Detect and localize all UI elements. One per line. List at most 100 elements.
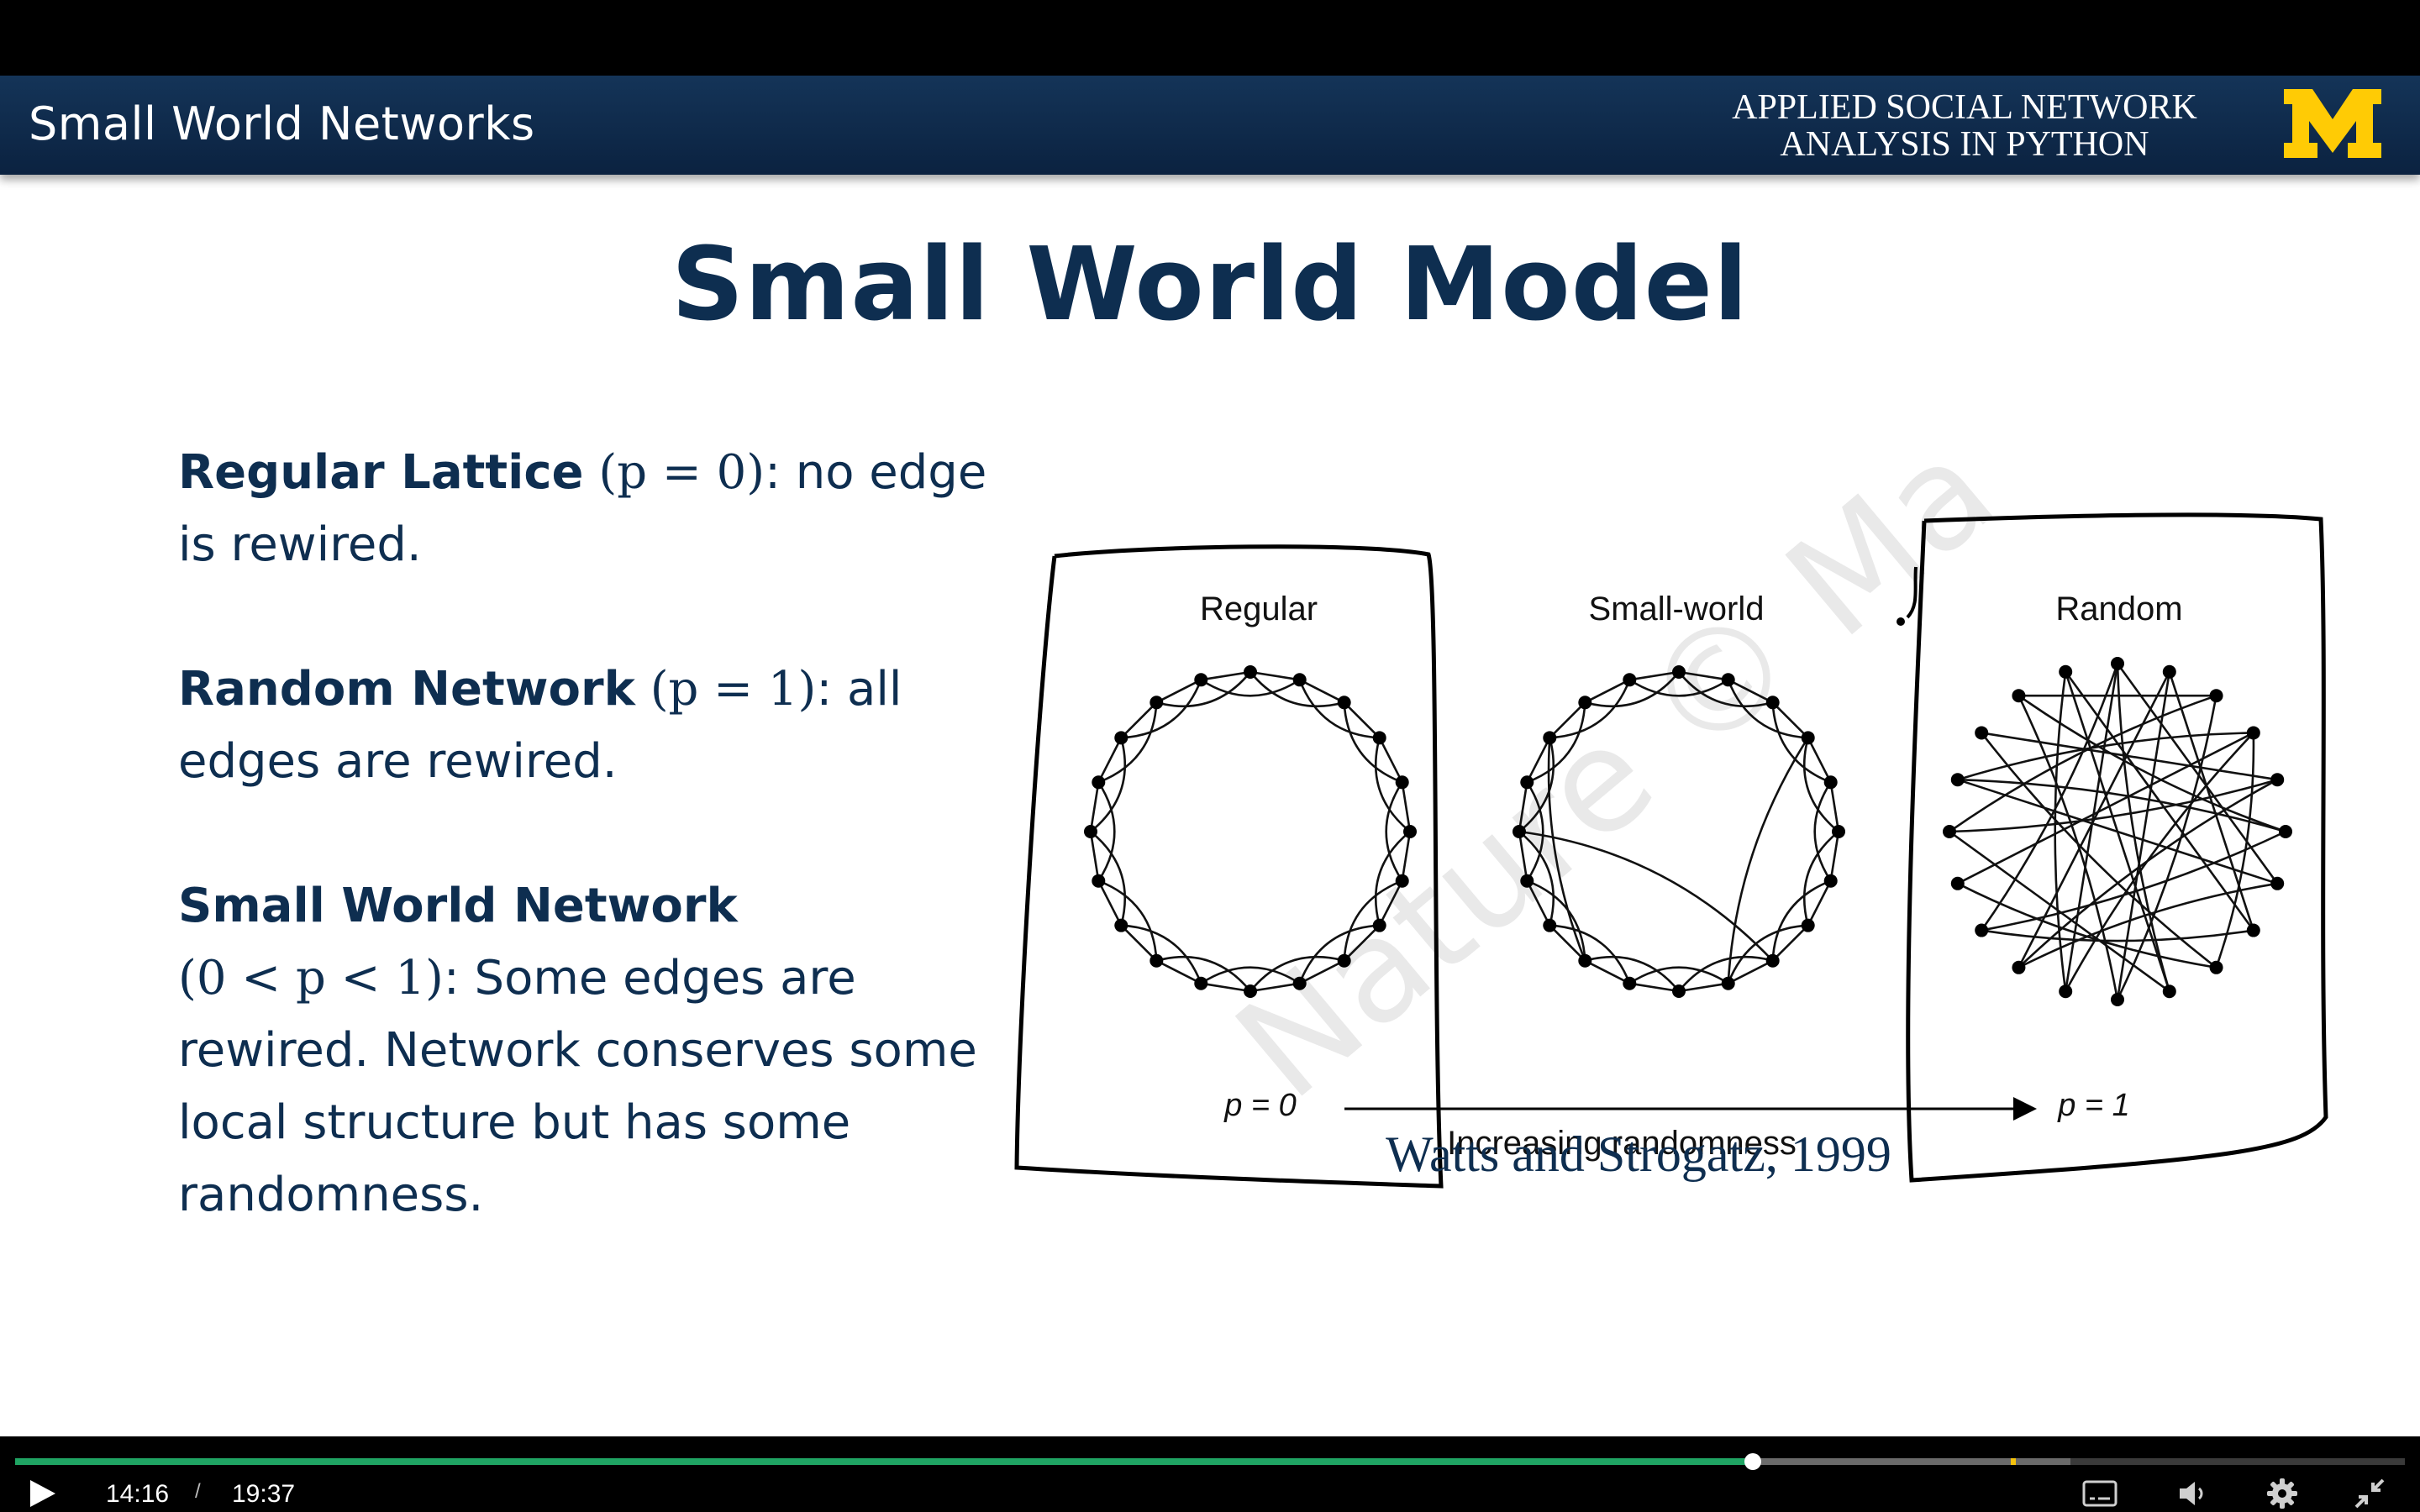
graph-node xyxy=(2270,773,2285,787)
pen-dot xyxy=(1897,617,1905,626)
graph-edge xyxy=(1089,782,1100,832)
graph-edge xyxy=(1629,982,1680,993)
bullet-term: Small World Network xyxy=(178,879,738,933)
graph-node xyxy=(1372,918,1386,932)
progress-played xyxy=(15,1458,1753,1465)
graph-node xyxy=(2111,993,2124,1006)
graph-node xyxy=(2012,960,2026,974)
bullet-term: Regular Lattice xyxy=(178,445,584,500)
graph-node xyxy=(1672,984,1686,998)
panel-label-random: Random xyxy=(2055,591,2182,627)
volume-icon[interactable] xyxy=(2176,1478,2210,1509)
graph-node xyxy=(1578,953,1592,968)
graph-edge xyxy=(1089,831,1100,881)
arrow-head-icon xyxy=(2013,1097,2037,1121)
graph-node xyxy=(2059,984,2073,999)
graph-edge xyxy=(1829,831,1840,881)
graph-edge xyxy=(1771,879,1832,961)
graph-node xyxy=(1512,825,1526,838)
slide-title: Small World Model xyxy=(671,227,1749,344)
graph-edge xyxy=(1121,924,1202,984)
bullet-param: (0 < p < 1) xyxy=(178,951,444,1005)
university-logo xyxy=(2284,89,2381,158)
figure-watermark: Nature © Ma xyxy=(1207,420,2025,1131)
graph-node xyxy=(1194,673,1208,687)
gear-icon[interactable] xyxy=(2265,1477,2299,1510)
captions-icon[interactable] xyxy=(2082,1478,2118,1509)
bullet-param: (p = 1) xyxy=(650,662,817,717)
graph-node xyxy=(2246,923,2260,937)
graph-node xyxy=(2111,657,2124,670)
graph-edge xyxy=(1378,737,1403,783)
bullet-regular-lattice: Regular Lattice (p = 0): no edge is rewi… xyxy=(178,437,1002,581)
figure-citation: Watts and Strogatz, 1999 xyxy=(1386,1126,1891,1182)
graph-node xyxy=(1975,923,1989,937)
graph-node xyxy=(1520,874,1534,888)
graph-edge xyxy=(1299,679,1345,704)
graph-edge xyxy=(1121,679,1202,739)
graph-node xyxy=(2209,689,2223,703)
graph-node xyxy=(1832,825,1845,838)
graph-node xyxy=(1765,696,1780,710)
graph-node xyxy=(1823,775,1838,790)
graph-edge xyxy=(1249,670,1300,681)
graph-edge xyxy=(1298,679,1380,739)
bullet-small-world: Small World Network (0 < p < 1): Some ed… xyxy=(178,870,1002,1231)
progress-bar[interactable] xyxy=(15,1453,2405,1470)
graph-node xyxy=(1623,976,1637,990)
graph-node xyxy=(1403,825,1417,838)
panel-label-small-world: Small-world xyxy=(1589,591,1765,627)
graph-node xyxy=(1543,731,1557,745)
graph-node xyxy=(1520,775,1534,790)
graph-edge xyxy=(1200,679,1301,697)
graph-node xyxy=(1337,953,1351,968)
video-player-screen: Small World Networks APPLIED SOCIAL NETW… xyxy=(0,0,2420,1512)
graph-node xyxy=(1578,696,1592,710)
video-controls: 14:16 / 19:37 xyxy=(0,1436,2420,1512)
graph-node xyxy=(1395,775,1409,790)
bullet-list: Regular Lattice (p = 0): no edge is rewi… xyxy=(178,437,1002,1304)
current-time: 14:16 xyxy=(106,1480,170,1508)
graph-node xyxy=(2209,960,2223,974)
graph-node xyxy=(1150,696,1164,710)
graph-edge xyxy=(1097,880,1123,927)
graph-edge xyxy=(1201,670,1251,681)
panel-label-regular: Regular xyxy=(1200,591,1318,627)
p-start-label: p = 0 xyxy=(1223,1088,1297,1123)
graph-node xyxy=(1823,874,1838,888)
graph-edge xyxy=(1813,781,1832,882)
graph-node xyxy=(2012,689,2026,703)
exit-fullscreen-icon[interactable] xyxy=(2353,1477,2386,1510)
deck-title: Small World Networks xyxy=(29,97,535,150)
graph-edge xyxy=(1549,924,1631,984)
graph-node xyxy=(1150,953,1164,968)
graph-node xyxy=(1801,731,1815,745)
graph-node xyxy=(1765,953,1780,968)
graph-node xyxy=(2059,664,2073,679)
graph-edge xyxy=(1807,737,1832,783)
graph-node xyxy=(1975,726,1989,740)
graph-edge xyxy=(1678,982,1728,993)
progress-marker xyxy=(2010,1458,2016,1465)
graph-node xyxy=(2270,876,2285,890)
progress-scrubber-handle[interactable] xyxy=(1744,1453,1761,1470)
graph-edge xyxy=(1829,782,1840,832)
play-icon[interactable] xyxy=(25,1477,59,1510)
graph-node xyxy=(1623,673,1637,687)
graph-edge xyxy=(1584,959,1630,984)
bullet-param: (p = 0) xyxy=(598,445,765,500)
graph-edge xyxy=(1343,702,1403,784)
graph-edge xyxy=(1949,830,2170,993)
course-title-line1: APPLIED SOCIAL NETWORK xyxy=(1732,88,2197,127)
bullet-random-network: Random Network (p = 1): all edges are re… xyxy=(178,654,1002,798)
graph-node xyxy=(1084,825,1097,838)
graph-node xyxy=(1244,984,1257,998)
graph-node xyxy=(2162,984,2176,999)
graph-node xyxy=(1395,874,1409,888)
graph-node xyxy=(1950,773,1965,787)
graph-edge xyxy=(1097,702,1158,784)
graph-edge xyxy=(1807,880,1832,927)
p-end-label: p = 1 xyxy=(2057,1088,2130,1123)
graph-node xyxy=(1372,731,1386,745)
graph-node xyxy=(2246,726,2260,740)
